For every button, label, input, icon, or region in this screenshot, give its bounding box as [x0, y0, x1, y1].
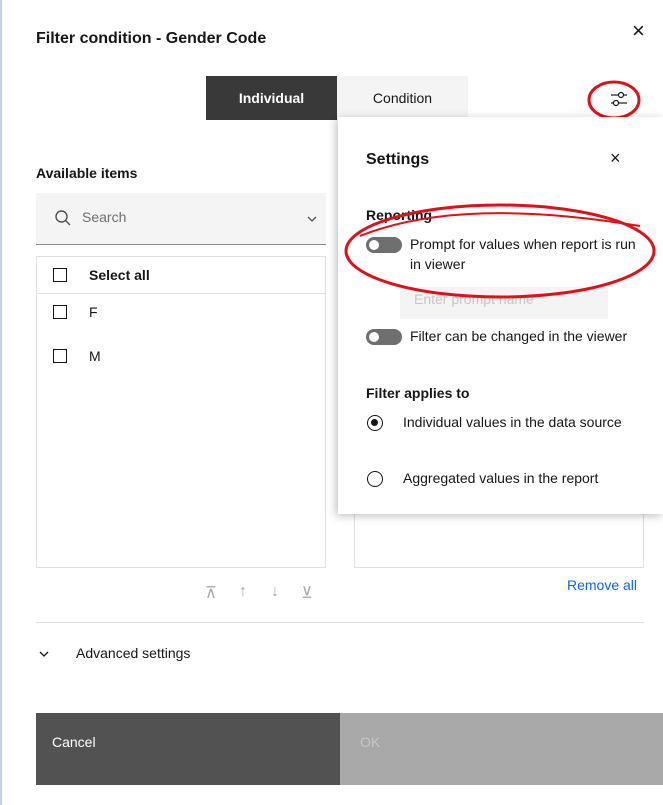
filter-applies-label: Filter applies to	[366, 385, 470, 401]
filter-changeable-label: Filter can be changed in the viewer	[410, 328, 628, 344]
item-label: M	[89, 348, 101, 364]
item-label: F	[89, 304, 98, 320]
tab-condition[interactable]: Condition	[337, 76, 468, 120]
list-item[interactable]: F	[37, 294, 325, 330]
available-items-list: Select all F M	[36, 256, 326, 568]
ok-button[interactable]: OK	[340, 713, 663, 785]
item-checkbox[interactable]	[53, 305, 67, 319]
move-up-icon[interactable]: ↑	[234, 583, 252, 601]
prompt-name-placeholder: Enter prompt name	[414, 291, 534, 307]
available-items-label: Available items	[36, 165, 138, 181]
remove-all-link[interactable]: Remove all	[567, 577, 637, 593]
reporting-label: Reporting	[366, 207, 433, 223]
select-all-row[interactable]: Select all	[37, 257, 325, 294]
item-checkbox[interactable]	[53, 349, 67, 363]
tab-individual[interactable]: Individual	[206, 76, 337, 120]
search-input[interactable]	[82, 209, 282, 225]
select-all-checkbox[interactable]	[53, 268, 67, 282]
move-down-icon[interactable]: ↓	[266, 583, 284, 601]
radio-aggregated-label: Aggregated values in the report	[403, 470, 599, 486]
radio-individual-label: Individual values in the data source	[403, 414, 622, 430]
move-to-bottom-icon[interactable]: ⊻	[298, 583, 316, 603]
chevron-down-icon[interactable]	[38, 648, 50, 660]
settings-adjust-icon[interactable]	[606, 86, 632, 112]
prompt-name-input[interactable]: Enter prompt name	[400, 287, 608, 319]
dialog-title: Filter condition - Gender Code	[36, 30, 267, 47]
cancel-button[interactable]: Cancel	[36, 713, 340, 785]
chevron-down-icon[interactable]	[306, 213, 318, 225]
prompt-toggle[interactable]	[366, 237, 402, 253]
advanced-settings-toggle[interactable]: Advanced settings	[76, 645, 190, 661]
radio-aggregated-values[interactable]	[367, 471, 383, 487]
search-field[interactable]	[36, 193, 326, 245]
list-item[interactable]: M	[37, 338, 325, 374]
divider	[36, 622, 644, 623]
close-icon[interactable]: ×	[632, 20, 645, 42]
prompt-toggle-label: Prompt for values when report is run in …	[410, 236, 636, 272]
select-all-label: Select all	[89, 267, 150, 283]
filter-changeable-toggle[interactable]	[366, 329, 402, 345]
settings-panel: Settings × Reporting Prompt for values w…	[338, 117, 663, 514]
window-edge	[0, 0, 2, 805]
settings-title: Settings	[366, 151, 430, 168]
close-icon[interactable]: ×	[610, 149, 621, 167]
radio-individual-values[interactable]	[367, 415, 383, 431]
move-to-top-icon[interactable]: ⊼	[202, 583, 220, 603]
search-icon	[55, 210, 71, 226]
